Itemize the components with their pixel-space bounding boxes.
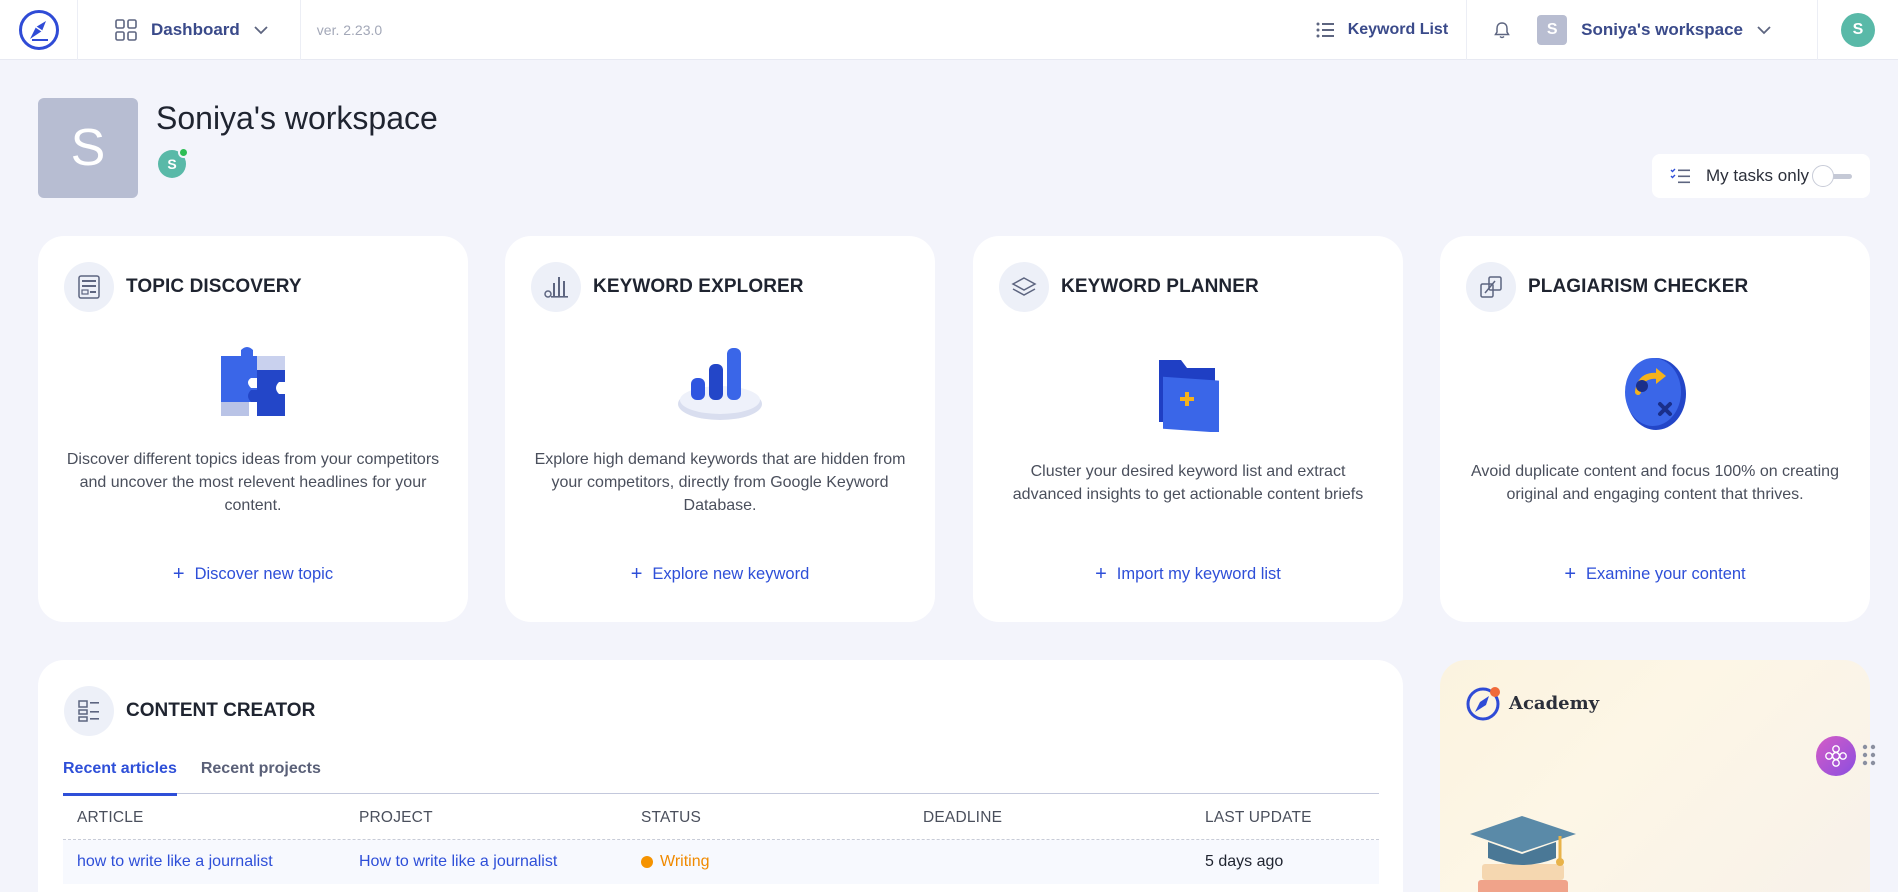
workspace-avatar: S: [38, 98, 138, 198]
keyword-list-label: Keyword List: [1347, 20, 1449, 38]
member-initial: S: [167, 156, 177, 172]
table-header: ARTICLE PROJECT STATUS DEADLINE LAST UPD…: [63, 796, 1379, 840]
content-creator-icon: [64, 686, 114, 736]
user-menu[interactable]: S: [1818, 12, 1898, 47]
card-description: Avoid duplicate content and focus 100% o…: [1471, 463, 1839, 503]
app-logo[interactable]: [0, 0, 78, 60]
content-creator-title: CONTENT CREATOR: [126, 700, 316, 721]
card-title: PLAGIARISM CHECKER: [1528, 276, 1749, 297]
import-keyword-list-link[interactable]: + Import my keyword list: [973, 564, 1403, 584]
plus-icon: +: [1095, 563, 1107, 585]
keyword-explorer-card: KEYWORD EXPLORER Explore high demand key…: [505, 236, 935, 622]
last-update-value: 5 days ago: [1205, 853, 1284, 870]
dashboard-menu[interactable]: Dashboard: [115, 0, 301, 60]
column-header-article[interactable]: ARTICLE: [77, 809, 144, 827]
chevron-down-icon: [1757, 25, 1771, 34]
graduation-books-illustration: [1470, 816, 1576, 892]
academy-panel[interactable]: Academy: [1440, 660, 1870, 892]
puzzle-illustration: [38, 342, 468, 422]
my-tasks-switch[interactable]: [1812, 165, 1852, 187]
keyword-planner-icon: [999, 262, 1049, 312]
column-header-last-update[interactable]: LAST UPDATE: [1205, 809, 1312, 827]
card-title: TOPIC DISCOVERY: [126, 276, 302, 297]
plagiarism-checker-icon: [1466, 262, 1516, 312]
workspace-switcher-label: Soniya's workspace: [1581, 19, 1743, 39]
notifications-button[interactable]: [1467, 0, 1537, 60]
workspace-badge: S: [1537, 14, 1568, 45]
keyword-planner-card: KEYWORD PLANNER Cluster your desired key…: [973, 236, 1403, 622]
status-dot: [641, 856, 653, 868]
bell-icon: [1494, 21, 1510, 38]
user-avatar: S: [1841, 12, 1875, 47]
plagiarism-checker-card: PLAGIARISM CHECKER Avoid duplicate conte…: [1440, 236, 1870, 622]
card-description: Explore high demand keywords that are hi…: [534, 451, 906, 514]
card-action-label: Import my keyword list: [1116, 564, 1281, 583]
bar-chart-illustration: [505, 342, 935, 422]
refresh-badge-illustration: [1440, 352, 1870, 432]
workspace-switcher[interactable]: S Soniya's workspace: [1537, 0, 1818, 60]
keyword-list-button[interactable]: Keyword List: [1298, 0, 1468, 60]
content-tabs: Recent articles Recent projects: [63, 760, 1379, 796]
status-badge: Writing: [641, 853, 710, 871]
column-header-project[interactable]: PROJECT: [359, 809, 433, 827]
card-action-label: Discover new topic: [194, 564, 334, 583]
article-link[interactable]: how to write like a journalist: [77, 853, 273, 871]
flower-icon: [1825, 745, 1847, 767]
plus-icon: +: [172, 563, 185, 585]
tab-recent-articles[interactable]: Recent articles: [63, 760, 177, 796]
tab-recent-projects[interactable]: Recent projects: [201, 760, 321, 794]
page-title: Soniya's workspace: [156, 100, 438, 136]
academy-brand: Academy: [1465, 684, 1599, 722]
table-row[interactable]: how to write like a journalist How to wr…: [63, 840, 1379, 884]
checklist-icon: [1670, 168, 1690, 184]
plus-icon: +: [630, 563, 643, 585]
topic-discovery-card: TOPIC DISCOVERY Discover different topic…: [38, 236, 468, 622]
examine-content-link[interactable]: + Examine your content: [1440, 564, 1870, 584]
academy-logo-icon: [1466, 687, 1500, 721]
card-title: KEYWORD EXPLORER: [593, 276, 804, 297]
status-label: Writing: [660, 853, 710, 870]
plus-icon: +: [1564, 563, 1577, 585]
card-description: Cluster your desired keyword list and ex…: [1012, 463, 1364, 503]
grid-icon: [115, 18, 137, 41]
content-creator-panel: CONTENT CREATOR Recent articles Recent p…: [38, 660, 1403, 892]
member-avatar[interactable]: S: [158, 147, 189, 178]
drag-handle-icon[interactable]: [1862, 744, 1876, 766]
list-icon: [1316, 22, 1334, 37]
topic-discovery-icon: [64, 262, 114, 312]
top-bar: Dashboard ver. 2.23.0 Keyword List S Son…: [0, 0, 1898, 60]
explore-new-keyword-link[interactable]: + Explore new keyword: [505, 564, 935, 584]
project-link[interactable]: How to write like a journalist: [359, 853, 557, 871]
card-action-label: Explore new keyword: [652, 564, 810, 583]
keyword-explorer-icon: [531, 262, 581, 312]
card-action-label: Examine your content: [1586, 564, 1746, 583]
pen-logo-icon: [18, 9, 59, 50]
version-label: ver. 2.23.0: [316, 21, 383, 38]
folder-illustration: [973, 352, 1403, 432]
academy-title: Academy: [1509, 692, 1600, 714]
assistant-launcher-button[interactable]: [1816, 736, 1856, 776]
my-tasks-label: My tasks only: [1706, 166, 1809, 185]
card-description: Discover different topics ideas from you…: [66, 451, 440, 514]
chevron-down-icon: [254, 25, 268, 34]
dashboard-label: Dashboard: [151, 19, 240, 39]
discover-new-topic-link[interactable]: + Discover new topic: [38, 564, 468, 584]
column-header-status[interactable]: STATUS: [641, 809, 701, 827]
my-tasks-toggle-box: My tasks only: [1652, 154, 1870, 198]
online-status-dot: [178, 147, 189, 158]
card-title: KEYWORD PLANNER: [1061, 276, 1259, 297]
column-header-deadline[interactable]: DEADLINE: [923, 809, 1002, 827]
